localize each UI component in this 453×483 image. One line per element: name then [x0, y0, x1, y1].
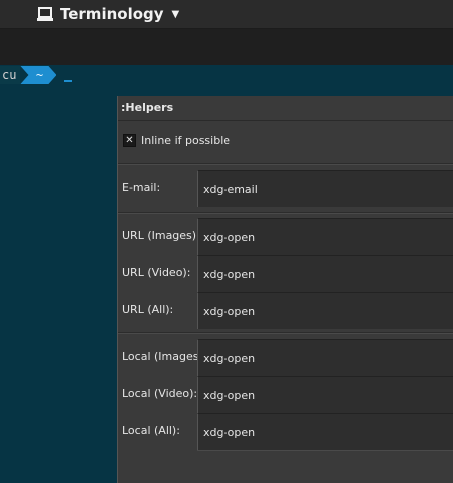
local-images-label: Local (Images): [122, 350, 207, 363]
app-menu-label: Terminology [60, 5, 164, 23]
local-images-input[interactable] [198, 340, 453, 376]
local-images-field-wrap [197, 339, 453, 376]
local-video-row: Local (Video): [118, 376, 453, 413]
separator [118, 332, 453, 334]
tab-strip [0, 29, 453, 65]
separator [118, 212, 453, 214]
helpers-settings-panel: :Helpers ✕ Inline if possible E-mail: UR… [117, 96, 453, 483]
inline-checkbox-label: Inline if possible [141, 133, 231, 147]
local-all-row: Local (All): [118, 413, 453, 450]
email-label: E-mail: [122, 181, 161, 194]
url-video-label: URL (Video): [122, 266, 191, 279]
prompt-directory: ~ [20, 66, 56, 84]
inline-checkbox[interactable]: ✕ [123, 133, 136, 147]
url-all-label: URL (All): [122, 303, 174, 316]
url-all-input[interactable] [198, 293, 453, 329]
panel-title: :Helpers [121, 101, 174, 114]
url-all-field-wrap [197, 292, 453, 329]
url-video-input[interactable] [198, 256, 453, 292]
local-all-input[interactable] [198, 414, 453, 450]
laptop-icon [37, 7, 53, 21]
app-menu[interactable]: Terminology ▼ [36, 4, 179, 24]
url-images-row: URL (Images): [118, 218, 453, 255]
local-video-input[interactable] [198, 377, 453, 413]
chevron-down-icon: ▼ [171, 8, 180, 20]
separator [118, 163, 453, 165]
email-field-wrap [197, 170, 453, 207]
url-video-field-wrap [197, 255, 453, 292]
url-all-row: URL (All): [118, 292, 453, 329]
top-panel: Terminology ▼ [0, 0, 453, 29]
local-images-row: Local (Images): [118, 339, 453, 376]
panel-header: :Helpers [118, 96, 453, 121]
url-images-label: URL (Images): [122, 229, 200, 242]
field-bottom-edge [197, 450, 453, 451]
local-video-field-wrap [197, 376, 453, 413]
prompt-user: cu [0, 66, 21, 84]
local-all-field-wrap [197, 413, 453, 450]
local-all-label: Local (All): [122, 424, 180, 437]
shell-prompt: cu ~ [0, 66, 73, 84]
email-helper-input[interactable] [198, 171, 453, 207]
text-cursor [64, 80, 73, 82]
url-images-input[interactable] [198, 219, 453, 255]
inline-if-possible-option[interactable]: ✕ Inline if possible [123, 132, 230, 148]
email-helper-row: E-mail: [118, 170, 453, 207]
local-video-label: Local (Video): [122, 387, 198, 400]
url-video-row: URL (Video): [118, 255, 453, 292]
url-images-field-wrap [197, 218, 453, 255]
